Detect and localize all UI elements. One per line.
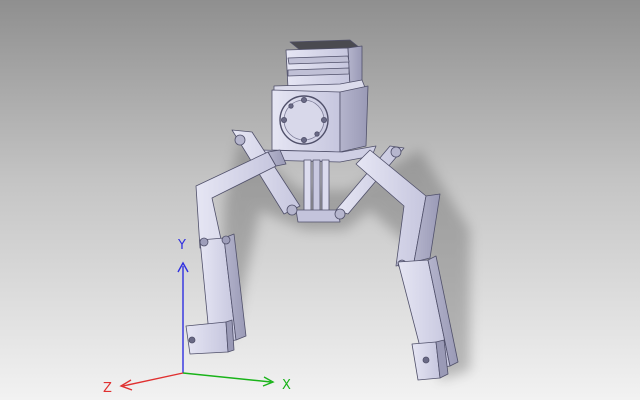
right-finger-pad — [411, 339, 449, 381]
x-axis-line — [182, 372, 272, 383]
left-finger-pad — [185, 319, 235, 355]
z-axis-label: Z — [103, 381, 112, 396]
gearbox-housing — [271, 79, 369, 153]
motor-block — [285, 39, 363, 89]
y-axis-label: Y — [177, 238, 186, 253]
x-axis-label: X — [282, 378, 291, 393]
3d-viewport[interactable]: Y X Z — [0, 0, 640, 400]
z-axis-line — [122, 372, 184, 387]
cad-scene[interactable]: Y X Z — [0, 0, 640, 400]
axis-triad: Y X Z — [103, 238, 291, 396]
